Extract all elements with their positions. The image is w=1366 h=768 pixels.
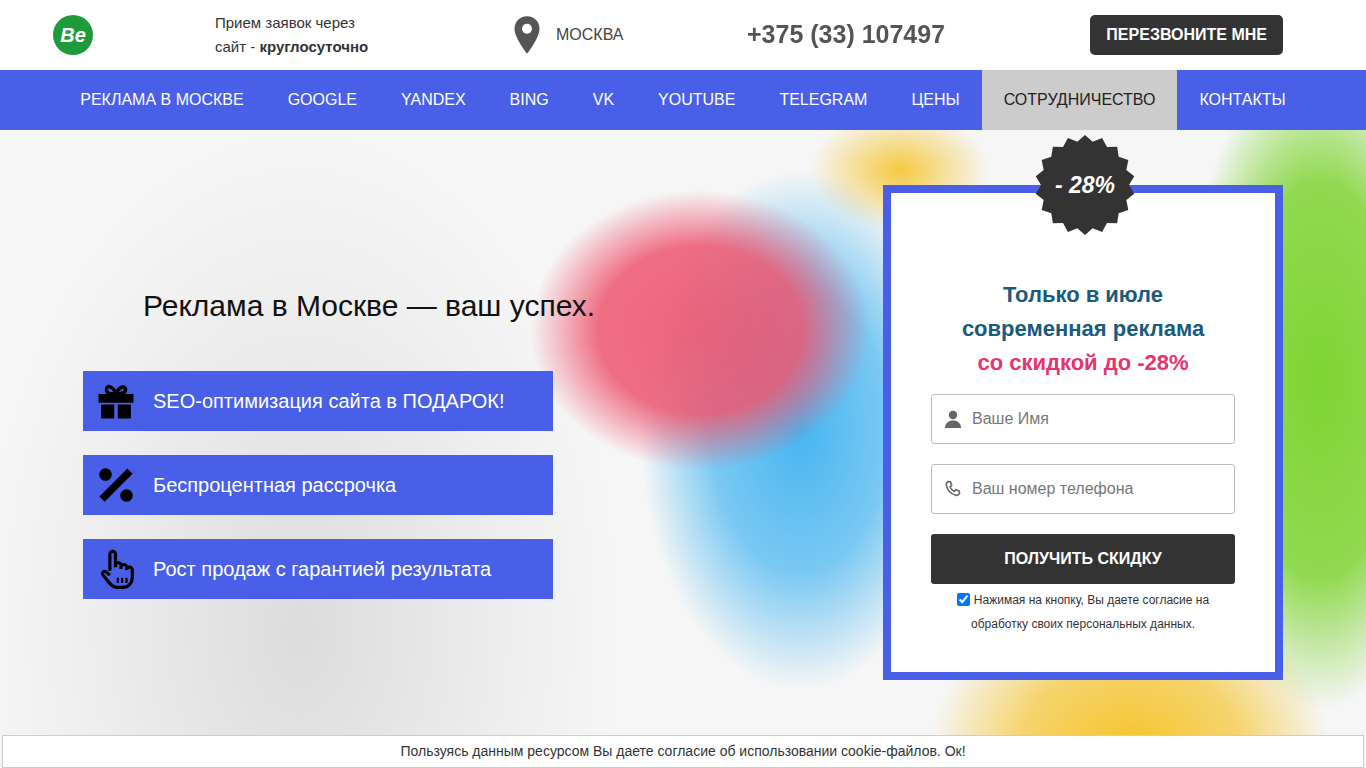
feature-box: SEO-оптимизация сайта в ПОДАРОК! xyxy=(83,371,553,431)
feature-text: SEO-оптимизация сайта в ПОДАРОК! xyxy=(153,386,505,416)
menu-item[interactable]: YOUTUBE xyxy=(636,70,757,130)
consent-line: Нажимая на кнопку, Вы даете согласие на xyxy=(931,588,1235,612)
menu-item[interactable]: GOOGLE xyxy=(266,70,379,130)
hours-info: Прием заявок черезсайт - круглосуточно xyxy=(215,11,512,59)
hours-line: сайт - круглосуточно xyxy=(215,35,512,59)
location-pin-icon xyxy=(512,15,542,55)
menu-item[interactable]: YANDEX xyxy=(379,70,488,130)
consent-checkbox[interactable] xyxy=(957,593,970,606)
gift-icon xyxy=(95,380,137,422)
main-menu: РЕКЛАМА В МОСКВЕGOOGLEYANDEXBINGVKYOUTUB… xyxy=(0,70,1366,130)
phone-icon xyxy=(943,479,963,499)
phone-input[interactable] xyxy=(931,464,1235,514)
menu-item[interactable]: РЕКЛАМА В МОСКВЕ xyxy=(58,70,265,130)
hours-bold: круглосуточно xyxy=(259,38,368,55)
form-field xyxy=(931,394,1235,444)
title-highlight: со скидкой до -28% xyxy=(931,346,1235,380)
city-info: МОСКВА xyxy=(512,15,747,55)
hero-text: Реклама в Москве — ваш успех. SEO-оптимиз… xyxy=(83,130,553,623)
person-icon xyxy=(943,409,963,429)
title-line: Только в июле xyxy=(931,278,1235,312)
consent-text: Нажимая на кнопку, Вы даете согласие на xyxy=(974,593,1209,607)
menu-item[interactable]: СОТРУДНИЧЕСТВО xyxy=(982,70,1178,130)
cookie-bar[interactable]: Пользуясь данным ресурсом Вы даете согла… xyxy=(2,735,1364,768)
discount-badge: - 28% xyxy=(1035,135,1135,235)
site-header: Be Прием заявок черезсайт - круглосуточн… xyxy=(0,0,1366,70)
pointing-hand-icon xyxy=(95,548,137,590)
menu-item[interactable]: VK xyxy=(571,70,636,130)
hours-line: Прием заявок через xyxy=(215,11,512,35)
hero-title: Реклама в Москве — ваш успех. xyxy=(143,288,553,324)
title-line: современная реклама xyxy=(931,312,1235,346)
feature-text: Рост продаж с гарантией результата xyxy=(153,554,491,584)
menu-item[interactable]: BING xyxy=(488,70,571,130)
feature-text: Беспроцентная рассрочка xyxy=(153,470,396,500)
phone-number[interactable]: +375 (33) 107497 xyxy=(747,16,987,54)
hours-text: сайт - xyxy=(215,38,259,55)
name-input[interactable] xyxy=(931,394,1235,444)
logo[interactable]: Be xyxy=(53,15,93,55)
menu-item[interactable]: ЦЕНЫ xyxy=(889,70,981,130)
callback-button[interactable]: ПЕРЕЗВОНИТЕ МНЕ xyxy=(1090,15,1283,55)
menu-item[interactable]: TELEGRAM xyxy=(757,70,889,130)
badge-text: - 28% xyxy=(1035,135,1135,235)
feature-box: Рост продаж с гарантией результата xyxy=(83,539,553,599)
consent: Нажимая на кнопку, Вы даете согласие на о… xyxy=(931,588,1235,636)
form-title: Только в июлесовременная рекламасо скидк… xyxy=(931,278,1235,380)
consent-line: обработку своих персональных данных. xyxy=(931,612,1235,636)
percent-icon xyxy=(95,464,137,506)
menu-item[interactable]: КОНТАКТЫ xyxy=(1177,70,1307,130)
discount-form: - 28%Только в июлесовременная рекламасо … xyxy=(883,185,1283,680)
city-name: МОСКВА xyxy=(556,23,623,47)
submit-button[interactable]: ПОЛУЧИТЬ СКИДКУ xyxy=(931,534,1235,584)
form-field xyxy=(931,464,1235,514)
feature-box: Беспроцентная рассрочка xyxy=(83,455,553,515)
hero-section: Реклама в Москве — ваш успех. SEO-оптимиз… xyxy=(0,130,1366,768)
